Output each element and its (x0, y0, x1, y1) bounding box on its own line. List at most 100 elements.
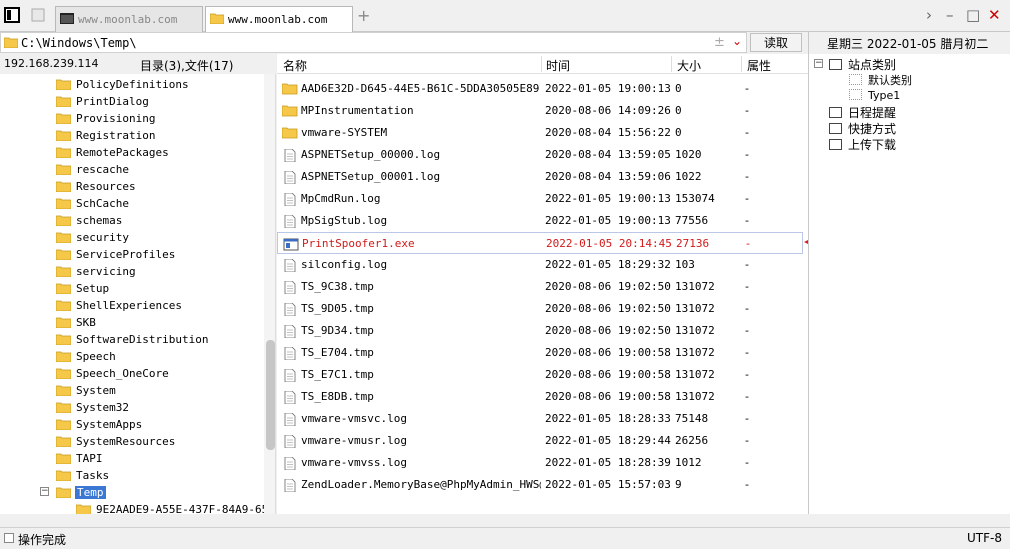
tree-item-label: Temp (75, 486, 106, 499)
file-row[interactable]: silconfig.log 2022-01-05 18:29:32 103 - (277, 254, 803, 276)
tree-item[interactable]: SoftwareDistribution (0, 331, 262, 348)
category-item[interactable]: 上传下载 (829, 136, 896, 153)
tree-item[interactable]: SystemApps (0, 416, 262, 433)
header-size[interactable]: 大小 (677, 57, 701, 74)
tree-item-label: schemas (76, 214, 123, 227)
file-row[interactable]: TS_9D34.tmp 2020-08-06 19:02:50 131072 - (277, 320, 803, 342)
chevron-down-icon[interactable]: ⌄ (732, 34, 742, 48)
panel-toggle-icon[interactable] (4, 7, 20, 23)
tree-item-label: System (76, 384, 116, 397)
minimize-button[interactable]: – (946, 6, 954, 24)
header-time[interactable]: 时间 (546, 57, 570, 74)
tree-item[interactable]: SystemResources (0, 433, 262, 450)
tree-scrollbar-thumb[interactable] (266, 340, 275, 450)
encoding-indicator[interactable]: UTF-8 (967, 531, 1002, 545)
file-name: vmware-vmusr.log (301, 434, 407, 447)
file-row[interactable]: MpSigStub.log 2022-01-05 19:00:13 77556 - (277, 210, 803, 232)
folder-icon (56, 402, 71, 413)
category-item[interactable]: Type1 (849, 88, 900, 105)
file-icon (284, 303, 296, 316)
directory-tree[interactable]: PolicyDefinitions PrintDialog Provisioning… (0, 74, 276, 514)
tree-item[interactable]: System (0, 382, 262, 399)
tree-item[interactable]: security (0, 229, 262, 246)
tree-item[interactable]: PolicyDefinitions (0, 76, 262, 93)
file-name: MpSigStub.log (301, 214, 388, 227)
status-icon (4, 533, 14, 543)
tree-item[interactable]: Registration (0, 127, 262, 144)
tree-item-label: Speech (76, 350, 116, 363)
hand-icon (829, 123, 842, 134)
file-row[interactable]: vmware-SYSTEM 2020-08-04 15:56:22 0 - (277, 122, 803, 144)
folder-icon (56, 470, 71, 481)
file-row[interactable]: ASPNETSetup_00000.log 2020-08-04 13:59:05… (277, 144, 803, 166)
file-row[interactable]: vmware-vmsvc.log 2022-01-05 18:28:33 75148… (277, 408, 803, 430)
collapse-icon[interactable]: − (40, 487, 49, 496)
file-row[interactable]: TS_E8DB.tmp 2020-08-06 19:00:58 131072 - (277, 386, 803, 408)
file-row[interactable]: vmware-vmusr.log 2022-01-05 18:29:44 26256… (277, 430, 803, 452)
file-time: 2022-01-05 19:00:13 (545, 214, 671, 227)
file-row[interactable]: TS_9D05.tmp 2020-08-06 19:02:50 131072 - (277, 298, 803, 320)
tree-item[interactable]: servicing (0, 263, 262, 280)
tree-item[interactable]: ServiceProfiles (0, 246, 262, 263)
add-bookmark-icon[interactable]: ± (714, 35, 725, 50)
file-row[interactable]: AAD6E32D-D645-44E5-B61C-5DDA30505E89-...… (277, 78, 803, 100)
file-row[interactable]: ZendLoader.MemoryBase@PhpMyAdmin_HWS@...… (277, 474, 803, 496)
tab-shell[interactable]: www.moonlab.com (55, 6, 203, 32)
tree-item[interactable]: Speech (0, 348, 262, 365)
folder-icon (56, 266, 71, 277)
file-name: vmware-vmvss.log (301, 456, 407, 469)
path-text[interactable]: C:\Windows\Temp\ (21, 36, 137, 50)
file-row[interactable]: MpCmdRun.log 2022-01-05 19:00:13 153074 - (277, 188, 803, 210)
file-row[interactable]: TS_9C38.tmp 2020-08-06 19:02:50 131072 - (277, 276, 803, 298)
collapse-icon[interactable]: − (814, 59, 823, 68)
maximize-button[interactable]: □ (966, 6, 980, 24)
category-item[interactable]: − 站点类别 (814, 56, 896, 73)
file-row[interactable]: MPInstrumentation 2020-08-06 14:09:26 0 - (277, 100, 803, 122)
file-size: 9 (675, 478, 682, 491)
tree-item[interactable]: − Temp (0, 484, 262, 501)
tree-item[interactable]: Resources (0, 178, 262, 195)
tree-item[interactable]: 9E2AADE9-A55E-437F-84A9-658A (0, 501, 275, 514)
tab-filemanager[interactable]: www.moonlab.com (205, 6, 353, 33)
file-row[interactable]: ASPNETSetup_00001.log 2020-08-04 13:59:06… (277, 166, 803, 188)
tree-item[interactable]: System32 (0, 399, 262, 416)
category-item[interactable]: 快捷方式 (829, 120, 896, 137)
folder-icon (56, 164, 71, 175)
tree-item[interactable]: SchCache (0, 195, 262, 212)
folder-icon (282, 83, 298, 95)
tree-item[interactable]: TAPI (0, 450, 262, 467)
status-text: 操作完成 (18, 533, 67, 547)
tree-item[interactable]: Tasks (0, 467, 262, 484)
blank-page-icon[interactable] (30, 7, 46, 23)
folder-icon (210, 13, 224, 24)
header-attr[interactable]: 属性 (747, 57, 771, 74)
tree-item[interactable]: rescache (0, 161, 262, 178)
tree-item[interactable]: RemotePackages (0, 144, 262, 161)
file-attr: - (745, 324, 749, 337)
file-attr: - (745, 258, 749, 271)
tree-item[interactable]: SKB (0, 314, 262, 331)
folder-icon (282, 105, 298, 117)
next-icon[interactable]: › (926, 6, 932, 24)
tree-item[interactable]: PrintDialog (0, 93, 262, 110)
folder-icon (56, 385, 71, 396)
file-time: 2020-08-06 19:02:50 (545, 280, 671, 293)
close-button[interactable]: ✕ (988, 6, 1001, 24)
executable-icon (283, 238, 299, 251)
read-button[interactable]: 读取 (750, 33, 802, 52)
tree-item[interactable]: Speech_OneCore (0, 365, 262, 382)
tree-item[interactable]: Provisioning (0, 110, 262, 127)
file-time: 2022-01-05 19:00:13 (545, 192, 671, 205)
tree-item[interactable]: schemas (0, 212, 262, 229)
tree-item[interactable]: Setup (0, 280, 262, 297)
file-row[interactable]: TS_E704.tmp 2020-08-06 19:00:58 131072 - (277, 342, 803, 364)
file-row[interactable]: vmware-vmvss.log 2022-01-05 18:28:39 1012 - (277, 452, 803, 474)
category-item[interactable]: 日程提醒 (829, 104, 896, 121)
file-row[interactable]: PrintSpoofer1.exe 2022-01-05 20:14:45 2713… (277, 232, 803, 254)
file-row[interactable]: TS_E7C1.tmp 2020-08-06 19:00:58 131072 - (277, 364, 803, 386)
path-input[interactable]: C:\Windows\Temp\ ± ⌄ (0, 32, 747, 53)
new-tab-button[interactable]: + (357, 6, 371, 25)
tree-item[interactable]: ShellExperiences (0, 297, 262, 314)
header-name[interactable]: 名称 (283, 57, 307, 74)
category-item[interactable]: 默认类别 (849, 72, 912, 89)
